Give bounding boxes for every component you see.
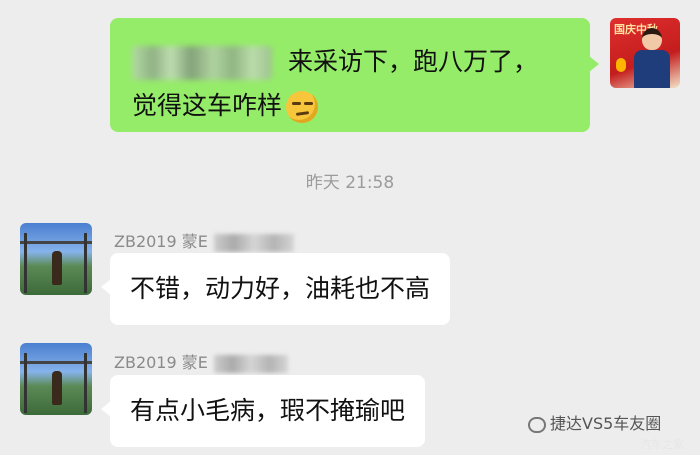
avatar-rail (20, 361, 92, 364)
outgoing-message-line-2: 觉得这车咋样 (132, 84, 568, 128)
avatar-head (642, 28, 662, 50)
sender-avatar[interactable] (20, 343, 92, 415)
sender-name-text: ZB2019 蒙E (114, 353, 208, 372)
sender-avatar[interactable] (20, 223, 92, 295)
outgoing-text-line-2: 觉得这车咋样 (132, 91, 283, 120)
smirk-emoji-icon (286, 91, 319, 123)
sender-name: ZB2019 蒙E (114, 228, 294, 252)
lantern-icon (616, 58, 626, 72)
incoming-message-bubble[interactable]: 有点小毛病，瑕不掩瑜吧 (100, 375, 426, 447)
outgoing-message-bubble[interactable]: 来采访下，跑八万了， 觉得这车咋样 (110, 18, 599, 132)
blurred-mention (132, 46, 272, 80)
avatar-person (52, 371, 62, 405)
avatar-suit (634, 50, 670, 88)
avatar-post (84, 233, 87, 293)
sender-name: ZB2019 蒙E (114, 349, 288, 373)
sender-name-text: ZB2019 蒙E (114, 232, 208, 251)
outgoing-message-line-1: 来采访下，跑八万了， (132, 40, 568, 84)
avatar-post (24, 233, 27, 293)
avatar-post (24, 353, 27, 413)
my-avatar[interactable]: 国庆中秋 (610, 18, 680, 88)
avatar-person (52, 251, 62, 285)
watermark-subtext: 汽车之家 (640, 438, 684, 451)
blurred-name (213, 354, 288, 373)
avatar-rail (20, 241, 92, 244)
blurred-name (213, 233, 294, 252)
avatar-post (84, 353, 87, 413)
message-timestamp: 昨天 21:58 (305, 173, 395, 193)
incoming-message-bubble[interactable]: 不错，动力好，油耗也不高 (100, 253, 451, 325)
wechat-channel-icon (528, 416, 546, 433)
outgoing-text-line-1: 来采访下，跑八万了， (288, 47, 539, 76)
watermark-text: 捷达VS5车友圈 (550, 414, 662, 433)
watermark: 捷达VS5车友圈 (528, 410, 661, 434)
